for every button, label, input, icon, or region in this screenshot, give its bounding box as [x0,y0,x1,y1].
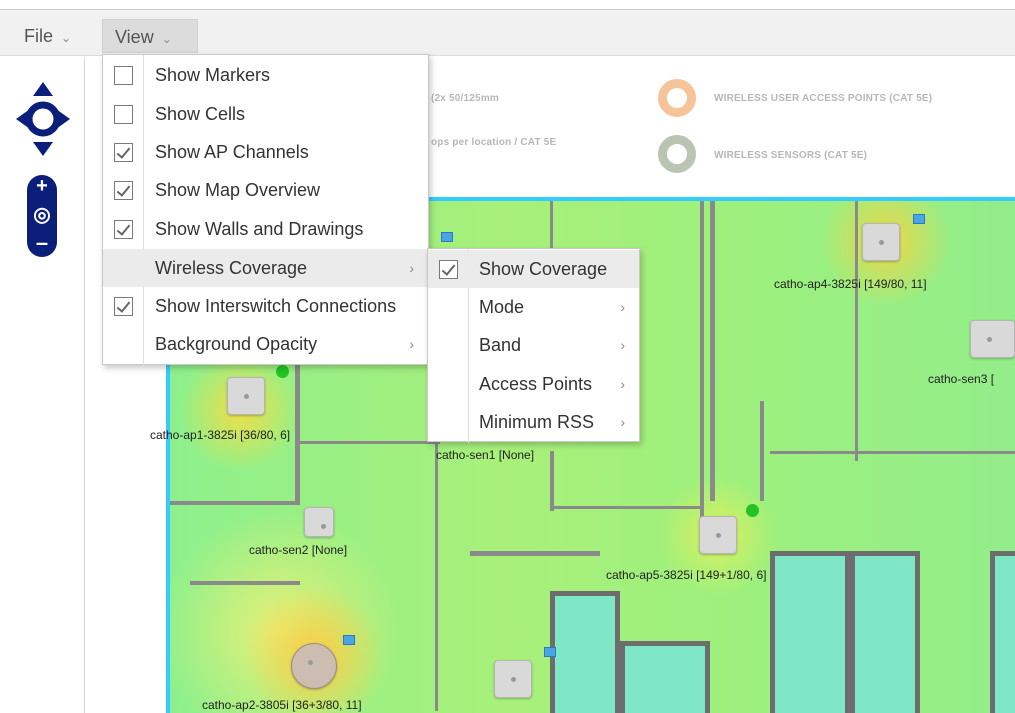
zoom-control: + ◎ – [27,175,57,257]
menu-item-show-map-overview[interactable]: Show Map Overview [103,171,428,209]
access-point-icon[interactable] [862,223,900,261]
access-point-label: catho-sen3 [ [928,372,995,386]
chevron-right-icon: › [409,336,414,352]
chevron-right-icon: › [409,260,414,276]
chevron-right-icon: › [620,376,625,392]
checkbox-checked[interactable] [114,220,133,239]
menu-item-label: Show Coverage [479,259,608,279]
chevron-down-icon: ⌄ [61,31,72,45]
menu-item-band[interactable]: Band › [428,326,639,364]
port-marker [343,635,355,645]
menu-item-label: Show Markers [155,65,271,85]
menu-item-label: Show Interswitch Connections [155,296,397,316]
connection-dot [746,504,759,517]
wall [190,581,300,585]
sensor-icon[interactable] [304,507,334,537]
checkbox[interactable] [114,66,133,85]
menu-item-show-coverage[interactable]: Show Coverage [428,250,639,288]
menu-item-label: Minimum RSS [479,412,595,432]
menu-bar: File ⌄ View ⌄ [0,9,1015,56]
checkbox-checked[interactable] [439,260,458,279]
view-menu-label: View [115,27,154,47]
access-point-label: catho-ap1-3825i [36/80, 6] [150,428,291,442]
pan-control-icon[interactable] [14,80,72,158]
chevron-right-icon: › [620,299,625,315]
room [850,551,920,713]
port-marker [544,647,556,657]
port-marker [441,232,453,242]
wireless-coverage-submenu: Show Coverage Mode › Band › Access Point… [427,248,640,443]
legend-wap-swatch [658,79,696,117]
menu-item-label: Access Points [479,374,593,394]
room [990,551,1015,713]
menu-item-show-ap-channels[interactable]: Show AP Channels [103,133,428,171]
wall [470,551,600,556]
access-point-label: catho-ap2-3805i [36+3/80, 11] [202,698,362,712]
menu-item-label: Wireless Coverage [155,258,308,278]
file-menu-label: File [24,26,54,46]
room [620,641,710,713]
connection-dot [276,365,289,378]
zoom-out-icon[interactable]: – [27,232,57,254]
legend-sensor-label: WIRELESS SENSORS (CAT 5E) [714,150,868,161]
menu-item-background-opacity[interactable]: Background Opacity › [103,325,428,363]
menu-item-access-points[interactable]: Access Points › [428,365,639,403]
wall [550,451,554,511]
wall [855,201,858,461]
access-point-icon[interactable] [227,377,265,415]
checkbox-checked[interactable] [114,181,133,200]
menu-item-label: Show Map Overview [155,180,321,200]
checkbox-checked[interactable] [114,143,133,162]
menu-item-label: Show AP Channels [155,142,309,162]
chevron-right-icon: › [620,414,625,430]
menu-item-wireless-coverage[interactable]: Wireless Coverage › [103,249,428,287]
view-menu[interactable]: View ⌄ [102,19,198,53]
legend-drops-text: ops per location / CAT 5E [431,137,557,148]
access-point-icon[interactable] [494,660,532,698]
menu-item-show-interswitch-connections[interactable]: Show Interswitch Connections [103,287,428,325]
wall [760,401,764,501]
access-point-label: catho-ap4-3825i [149/80, 11] [774,277,927,291]
wall [700,201,704,551]
zoom-in-icon[interactable]: + [27,175,57,197]
wall [300,441,440,444]
legend-wap-label: WIRELESS USER ACCESS POINTS (CAT 5E) [714,93,933,104]
legend-cable-text: (2x 50/125mm [431,93,500,104]
access-point-label: catho-ap5-3825i [149+1/80, 6] [606,568,767,582]
access-point-icon[interactable] [291,643,337,689]
menu-item-mode[interactable]: Mode › [428,288,639,326]
menu-item-label: Show Walls and Drawings [155,219,364,239]
view-dropdown-menu: Show Markers Show Cells Show AP Channels… [102,54,429,366]
file-menu[interactable]: File ⌄ [12,19,83,53]
chevron-down-icon: ⌄ [161,32,172,46]
menu-item-label: Mode [479,297,525,317]
access-point-label: catho-sen1 [None] [436,448,535,462]
menu-item-label: Show Cells [155,104,246,124]
wall [170,501,300,505]
room [550,591,620,713]
menu-item-label: Background Opacity [155,334,318,354]
room [770,551,850,713]
globe-icon: ◎ [33,204,51,226]
port-marker [913,214,925,224]
menu-item-show-markers[interactable]: Show Markers [103,56,428,94]
wall [435,441,438,711]
checkbox-checked[interactable] [114,297,133,316]
sensor-icon[interactable] [970,320,1015,358]
chevron-right-icon: › [620,337,625,353]
menu-item-label: Band [479,335,522,355]
menu-item-minimum-rss[interactable]: Minimum RSS › [428,403,639,441]
menu-item-show-cells[interactable]: Show Cells [103,95,428,133]
access-point-icon[interactable] [699,516,737,554]
wall [770,451,1015,454]
wall [710,201,715,501]
legend-sensor-swatch [658,135,696,173]
checkbox[interactable] [114,105,133,124]
menu-item-show-walls-drawings[interactable]: Show Walls and Drawings [103,210,428,248]
wall [550,506,700,509]
access-point-label: catho-sen2 [None] [249,543,348,557]
